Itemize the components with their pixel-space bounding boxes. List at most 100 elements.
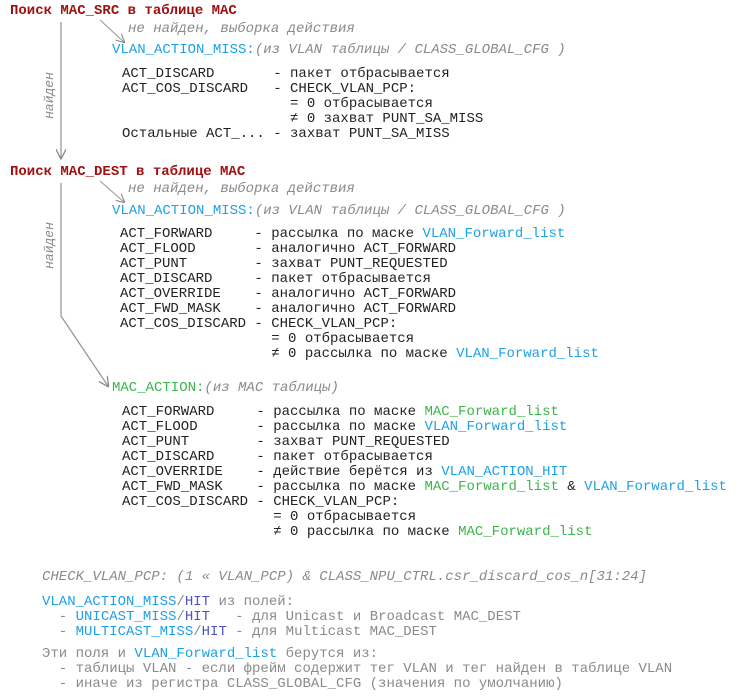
- action-row: Остальные ACT_... - захват PUNT_SA_MISS: [122, 127, 483, 142]
- text-segment: VLAN_ACTION_MISS: [42, 594, 177, 610]
- text-segment: = 0 отбрасывается: [273, 96, 433, 112]
- src-vlan-header: VLAN_ACTION_MISS:(из VLAN таблицы / CLAS…: [112, 43, 566, 58]
- action-name: ACT_PUNT: [120, 256, 188, 272]
- action-row: ACT_FORWARD - рассылка по маске VLAN_Forw…: [120, 227, 599, 242]
- text-segment: - аналогично ACT_FORWARD: [254, 286, 457, 302]
- text-segment: MAC_Forward_list: [424, 479, 559, 495]
- action-description: - рассылка по маске MAC_Forward_list: [256, 405, 558, 420]
- action-row: ACT_OVERRIDE - аналогично ACT_FORWARD: [120, 287, 599, 302]
- action-name: [120, 332, 254, 347]
- text-segment: - CHECK_VLAN_PCP:: [254, 316, 398, 332]
- text-segment: - захват PUNT_SA_MISS: [273, 126, 450, 142]
- action-row: ACT_FLOOD - аналогично ACT_FORWARD: [120, 242, 599, 257]
- text-segment: - рассылка по маске: [256, 404, 425, 420]
- src-miss-arrow: [99, 19, 124, 42]
- action-name: [122, 525, 256, 540]
- action-name: ACT_FLOOD: [122, 419, 198, 435]
- action-row: ACT_PUNT - захват PUNT_REQUESTED: [122, 435, 727, 450]
- action-description: - захват PUNT_SA_MISS: [273, 127, 449, 142]
- action-description: - CHECK_VLAN_PCP:: [256, 495, 399, 510]
- action-name: ACT_COS_DISCARD: [122, 81, 249, 97]
- text-segment: (из VLAN таблицы / CLASS_GLOBAL_CFG ): [254, 42, 566, 58]
- dest-miss-arrow: [99, 180, 124, 202]
- action-description: - аналогично ACT_FORWARD: [254, 287, 456, 302]
- text-segment: - пакет отбрасывается: [256, 449, 433, 465]
- action-name: ACT_OVERRIDE: [120, 286, 221, 302]
- text-segment: - действие берётся из: [256, 464, 442, 480]
- text-segment: Эти поля и: [42, 646, 135, 662]
- text-segment: VLAN_Forward_list: [584, 479, 727, 495]
- dest-found-label: найден: [41, 222, 57, 269]
- action-name: ACT_COS_DISCARD: [120, 316, 247, 332]
- text-segment: - аналогично ACT_FORWARD: [254, 301, 457, 317]
- mac-lookup-diagram: Поиск MAC_SRC в таблице MAC найден не на…: [0, 0, 743, 700]
- note-line: - таблицы VLAN - если фрейм содержит тег…: [42, 662, 672, 677]
- text-segment: MAC_Forward_list: [424, 404, 559, 420]
- action-row: = 0 отбрасывается: [122, 510, 727, 525]
- text-segment: ≠ 0 рассылка по маске: [254, 346, 457, 362]
- text-segment: (из VLAN таблицы / CLASS_GLOBAL_CFG ): [254, 203, 566, 219]
- action-row: = 0 отбрасывается: [120, 332, 599, 347]
- action-row: ACT_FWD_MASK - аналогично ACT_FORWARD: [120, 302, 599, 317]
- action-name: ACT_FORWARD: [122, 404, 215, 420]
- text-segment: - рассылка по маске: [254, 226, 423, 242]
- action-description: - пакет отбрасывается: [273, 67, 449, 82]
- text-segment: ≠ 0 рассылка по маске: [256, 524, 459, 540]
- action-row: ACT_COS_DISCARD - CHECK_VLAN_PCP:: [122, 82, 483, 97]
- text-segment: /: [176, 609, 185, 625]
- action-row: ≠ 0 рассылка по маске VLAN_Forward_list: [120, 347, 599, 362]
- note-line: - иначе из регистра CLASS_GLOBAL_CFG (зн…: [42, 677, 672, 692]
- action-row: = 0 отбрасывается: [122, 97, 483, 112]
- text-segment: VLAN_ACTION_HIT: [441, 464, 568, 480]
- text-segment: HIT: [201, 624, 227, 640]
- text-segment: /: [176, 594, 185, 610]
- action-description: - пакет отбрасывается: [254, 272, 430, 287]
- action-name: ACT_COS_DISCARD: [122, 494, 249, 510]
- text-segment: - пакет отбрасывается: [273, 66, 450, 82]
- text-segment: - захват PUNT_REQUESTED: [256, 434, 450, 450]
- dest-found-arrow: [60, 183, 108, 386]
- action-row: ACT_COS_DISCARD - CHECK_VLAN_PCP:: [120, 317, 599, 332]
- fields-source-note: Эти поля и VLAN_Forward_list берутся из:…: [42, 647, 672, 692]
- text-segment: VLAN_ACTION_MISS:: [112, 42, 255, 58]
- src-title: Поиск MAC_SRC в таблице MAC: [10, 3, 237, 19]
- text-segment: (из MAC таблицы): [204, 380, 339, 396]
- action-row: ≠ 0 захват PUNT_SA_MISS: [122, 112, 483, 127]
- action-name: ACT_OVERRIDE: [122, 464, 223, 480]
- action-description: ≠ 0 захват PUNT_SA_MISS: [273, 112, 483, 127]
- text-segment: /: [193, 624, 202, 640]
- text-segment: MAC_Forward_list: [458, 524, 593, 540]
- action-name: [122, 112, 273, 127]
- text-segment: - таблицы VLAN - если фрейм содержит тег…: [42, 661, 673, 677]
- text-segment: = 0 отбрасывается: [256, 509, 417, 525]
- text-segment: -: [42, 624, 76, 640]
- action-name: [120, 347, 254, 362]
- text-segment: VLAN_Forward_list: [424, 419, 568, 435]
- action-row: ACT_OVERRIDE - действие берётся из VLAN_A…: [122, 465, 727, 480]
- action-name: ACT_FORWARD: [120, 226, 213, 242]
- text-segment: MULTICAST_MISS: [75, 624, 194, 640]
- vlan-action-fields-note: VLAN_ACTION_MISS / HIT из полей: - UNICAST…: [42, 595, 521, 640]
- action-description: - рассылка по маске VLAN_Forward_list: [256, 420, 567, 435]
- text-segment: - рассылка по маске: [256, 419, 425, 435]
- action-name: [122, 510, 256, 525]
- action-description: - действие берётся из VLAN_ACTION_HIT: [256, 465, 567, 480]
- action-description: - рассылка по маске MAC_Forward_list & V…: [256, 480, 727, 495]
- action-name: ACT_DISCARD: [122, 66, 215, 82]
- action-row: ACT_DISCARD - пакет отбрасывается: [122, 450, 727, 465]
- action-description: = 0 отбрасывается: [256, 510, 416, 525]
- action-row: ACT_DISCARD - пакет отбрасывается: [122, 67, 483, 82]
- action-description: ≠ 0 рассылка по маске VLAN_Forward_list: [254, 346, 599, 362]
- text-segment: HIT: [184, 594, 211, 610]
- check-vlan-pcp-note: CHECK_VLAN_PCP: (1 « VLAN_PCP) & CLASS_N…: [42, 570, 647, 585]
- action-row: ACT_FORWARD - рассылка по маске MAC_Forwa…: [122, 405, 727, 420]
- text-segment: &: [558, 479, 585, 495]
- src-miss-note: не найден, выборка действия: [128, 21, 355, 37]
- action-row: ACT_FLOOD - рассылка по маске VLAN_Forwar…: [122, 420, 727, 435]
- note-line: - MULTICAST_MISS / HIT - для Multicast MAC…: [42, 625, 521, 640]
- action-row: ACT_FWD_MASK - рассылка по маске MAC_Forw…: [122, 480, 727, 495]
- action-description: - аналогично ACT_FORWARD: [254, 302, 456, 317]
- action-description: ≠ 0 рассылка по маске MAC_Forward_list: [256, 525, 592, 540]
- text-segment: VLAN_Forward_list: [456, 346, 599, 362]
- note-line: - UNICAST_MISS / HIT - для Unicast и Broad…: [42, 610, 521, 625]
